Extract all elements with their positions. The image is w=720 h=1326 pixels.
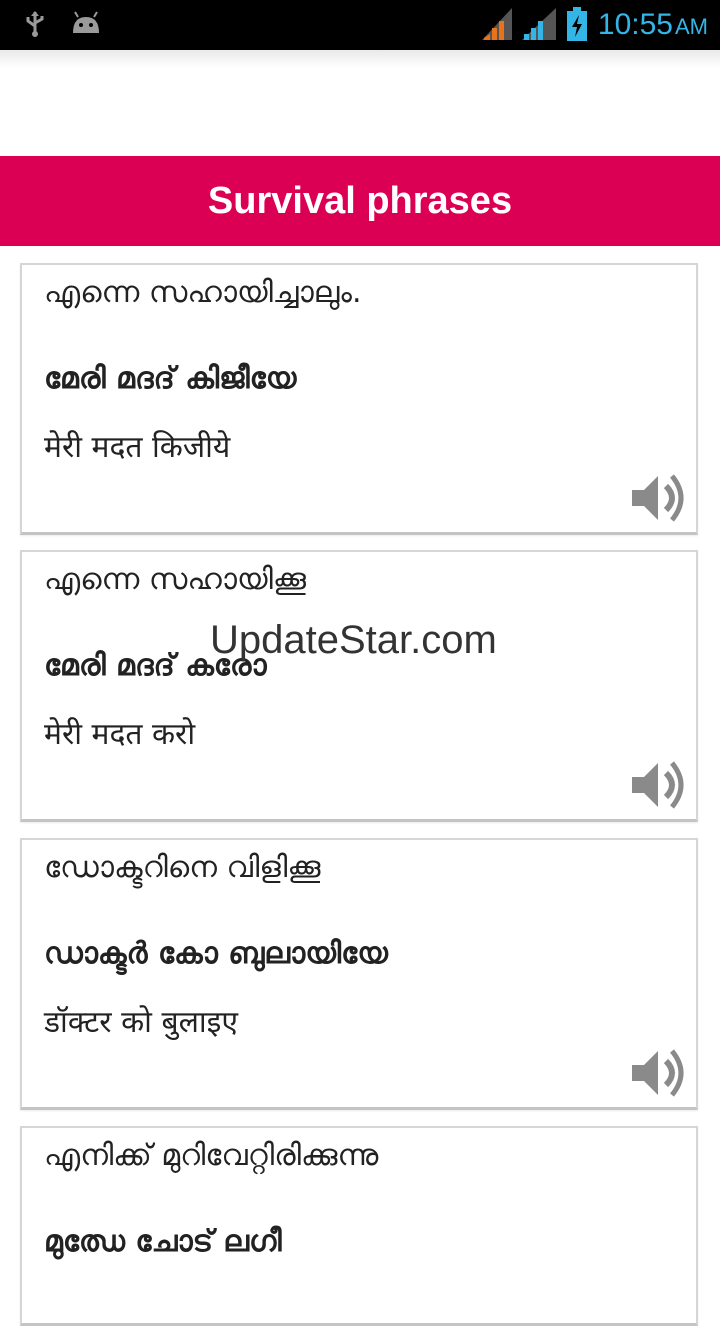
phrase-malayalam: എന്നെ സഹായിക്കൂ bbox=[44, 562, 307, 597]
phrase-malayalam: എന്നെ സഹായിച്ചാലും. bbox=[44, 275, 362, 310]
phrase-malayalam: ഡോക്ടറിനെ വിളിക്കൂ bbox=[44, 850, 321, 885]
android-icon bbox=[70, 11, 102, 41]
status-bar: 10:55AM bbox=[0, 0, 720, 50]
phrase-card: എന്നെ സഹായിച്ചാലും. മേരി മദദ് കിജീയേ मेर… bbox=[20, 263, 698, 535]
phrase-transliteration: മുഝേ ചോട് ലഗീ bbox=[44, 1224, 282, 1259]
phrase-hindi: डॉक्टर को बुलाइए bbox=[44, 1005, 239, 1040]
action-bar-area bbox=[0, 50, 720, 68]
phrase-malayalam: എനിക്ക് മുറിവേറ്റിരിക്കുന്നു bbox=[44, 1138, 379, 1173]
phrase-hindi: मेरी मदत किजीये bbox=[44, 430, 231, 465]
phrase-transliteration: ഡാക്ടർ കോ ബുലായിയേ bbox=[44, 936, 388, 971]
battery-icon bbox=[566, 7, 588, 45]
signal-icon bbox=[481, 8, 512, 44]
speaker-icon[interactable] bbox=[626, 755, 686, 815]
speaker-icon[interactable] bbox=[626, 468, 686, 528]
section-header: Survival phrases bbox=[0, 156, 720, 246]
phrase-card: എനിക്ക് മുറിവേറ്റിരിക്കുന്നു മുഝേ ചോട് ല… bbox=[20, 1126, 698, 1326]
speaker-icon[interactable] bbox=[626, 1043, 686, 1103]
usb-icon bbox=[22, 10, 48, 42]
signal-icon bbox=[521, 8, 556, 44]
phrase-card: എന്നെ സഹായിക്കൂ മേരി മദദ് കരോ मेरी मदत क… bbox=[20, 550, 698, 822]
page-title: Survival phrases bbox=[207, 179, 513, 222]
clock: 10:55AM bbox=[598, 6, 708, 46]
phrase-card: ഡോക്ടറിനെ വിളിക്കൂ ഡാക്ടർ കോ ബുലായിയേ डॉ… bbox=[20, 838, 698, 1110]
clock-ampm: AM bbox=[675, 14, 708, 39]
phrase-transliteration: മേരി മദദ് കിജീയേ bbox=[44, 361, 297, 396]
watermark: UpdateStar.com bbox=[210, 618, 497, 662]
clock-time: 10:55 bbox=[597, 8, 673, 41]
phrase-hindi: मेरी मदत करो bbox=[44, 717, 196, 752]
